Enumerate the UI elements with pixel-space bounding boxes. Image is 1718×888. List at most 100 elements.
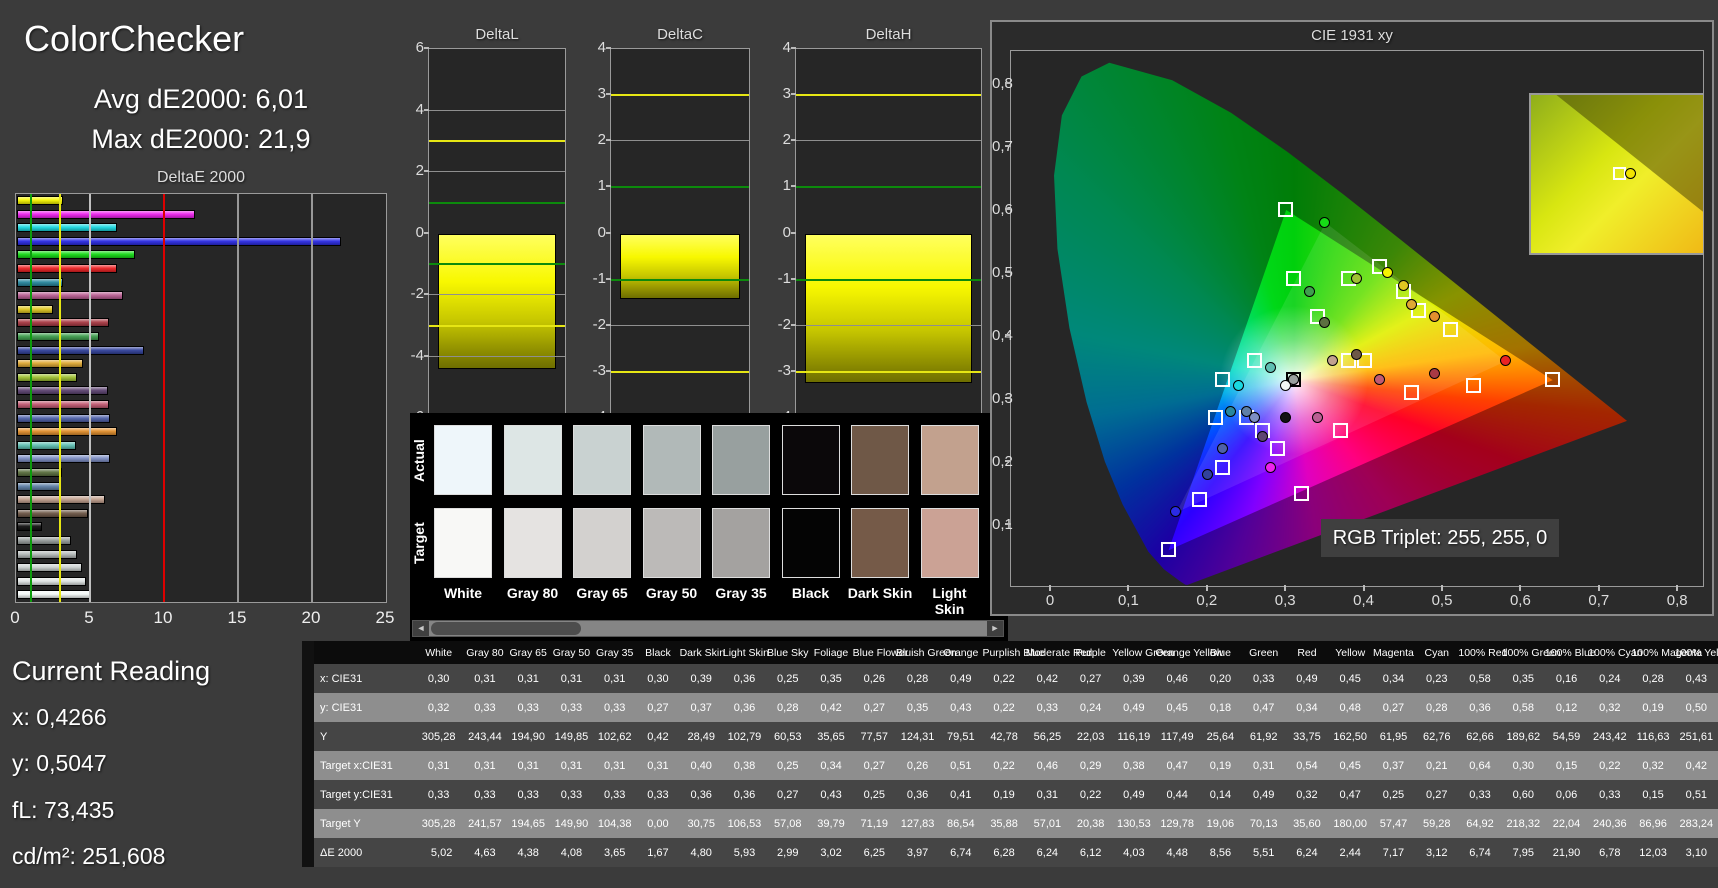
table-cell: 0,35 <box>895 693 940 722</box>
table-cell: 102,79 <box>722 722 767 751</box>
scroll-right-icon[interactable]: ► <box>987 621 1003 636</box>
table-cell: 0,14 <box>1198 780 1243 809</box>
table-cell: 25,64 <box>1198 722 1243 751</box>
table-cell: 0,32 <box>1588 693 1632 722</box>
table-row: Target Y 305,28 241,57 194,65 149,90 104,38 0,… <box>302 809 1718 838</box>
deltae-bar <box>17 209 196 219</box>
deltaC-y-tick: 2 <box>597 131 606 149</box>
scrollbar-thumb[interactable] <box>431 622 581 635</box>
cie-measured-dot <box>1405 298 1417 310</box>
column-header: White <box>420 641 464 664</box>
table-cell: 124,31 <box>895 722 940 751</box>
table-cell: 0,44 <box>1155 780 1199 809</box>
table-cell: 8,56 <box>1198 838 1243 867</box>
table-cell: 0,28 <box>766 693 810 722</box>
target-swatch-gray-35 <box>712 508 770 578</box>
table-cell: 57,08 <box>766 809 810 838</box>
deltae-bar <box>17 590 92 600</box>
table-cell: 0,50 <box>1674 693 1718 722</box>
table-cell: 0,23 <box>1415 664 1459 693</box>
table-cell: 116,63 <box>1631 722 1675 751</box>
inset-measured-dot <box>1625 168 1637 180</box>
tick-mark <box>1005 523 1011 525</box>
deltaH-bar <box>805 233 972 384</box>
target-row-label: Target <box>411 522 427 564</box>
scroll-left-icon[interactable]: ◄ <box>413 621 429 636</box>
table-cell: 22,03 <box>1068 722 1113 751</box>
tick-mark <box>1049 585 1051 591</box>
swatch-label: White <box>443 585 483 601</box>
deltae-bar <box>17 372 77 382</box>
table-cell: 35,88 <box>982 809 1026 838</box>
table-cell: 2,99 <box>766 838 810 867</box>
table-cell: 0,36 <box>722 693 767 722</box>
grid-line <box>611 324 749 326</box>
table-cell: 0,42 <box>636 722 680 751</box>
deltaH-chart-title: DeltaH <box>865 26 912 43</box>
page-title: ColorChecker <box>24 18 245 59</box>
table-cell: 86,96 <box>1631 809 1675 838</box>
table-cell: 0,30 <box>636 664 680 693</box>
table-cell: 6,78 <box>1588 838 1632 867</box>
table-cell: 0,38 <box>1112 751 1156 780</box>
table-cell: 189,62 <box>1501 722 1545 751</box>
target-swatch-black <box>781 508 840 578</box>
deltaC-chart-plot <box>610 48 750 417</box>
tick-mark <box>424 47 429 49</box>
table-cell: 0,54 <box>1285 751 1329 780</box>
column-header: Orange <box>939 641 983 664</box>
actual-row-label: Actual <box>411 439 427 483</box>
table-cell: 56,25 <box>1025 722 1069 751</box>
table-cell: 0,36 <box>679 780 723 809</box>
table-cell: 0,31 <box>549 751 594 780</box>
table-cell: 104,38 <box>593 809 637 838</box>
swatch-label: Black <box>791 585 830 601</box>
table-cell: 0,15 <box>1631 780 1675 809</box>
cie-measured-dot <box>1264 462 1276 474</box>
grid-line <box>796 140 981 142</box>
table-cell: 0,42 <box>1674 751 1718 780</box>
cie-measured-dot <box>1201 468 1213 480</box>
table-cell: 0,47 <box>1155 751 1199 780</box>
table-cell: 6,28 <box>982 838 1026 867</box>
target-swatch-white <box>434 508 492 578</box>
cie-measured-dot <box>1397 279 1409 291</box>
table-cell: 5,51 <box>1242 838 1286 867</box>
table-cell: 0,33 <box>549 780 594 809</box>
table-cell: 243,42 <box>1588 722 1632 751</box>
table-corner-cell <box>302 641 420 664</box>
table-cell: 6,74 <box>1458 838 1502 867</box>
table-cell: 0,58 <box>1458 664 1502 693</box>
table-cell: 6,74 <box>939 838 983 867</box>
table-cell: 61,95 <box>1371 722 1416 751</box>
table-cell: 243,44 <box>463 722 507 751</box>
reading-fl: fL: 73,435 <box>12 797 115 823</box>
actual-swatch-dark-skin <box>851 425 909 495</box>
current-reading-title: Current Reading <box>12 656 211 686</box>
tick-mark <box>1005 208 1011 210</box>
column-header: Foliage <box>809 641 853 664</box>
column-header: 100% Red <box>1458 641 1507 664</box>
table-cell: 0,31 <box>420 751 464 780</box>
target-limit-line <box>611 278 749 281</box>
tick-mark <box>1597 585 1600 591</box>
table-cell: 1,67 <box>636 838 680 867</box>
swatch-scrollbar[interactable]: ◄ ► <box>412 620 1004 637</box>
table-cell: 35,60 <box>1285 809 1329 838</box>
table-cell: 129,78 <box>1155 809 1199 838</box>
table-cell: 0,49 <box>1285 664 1329 693</box>
column-header: 100% Blue <box>1544 641 1596 664</box>
table-cell: 22,04 <box>1544 809 1589 838</box>
table-cell: 0,31 <box>463 664 507 693</box>
table-row: Target y:CIE31 0,33 0,33 0,33 0,33 0,33 0,33 0,… <box>302 780 1718 809</box>
cie-target-square <box>1333 422 1349 438</box>
table-cell: 0,58 <box>1501 693 1545 722</box>
cie-x-tick: 0,8 <box>1666 592 1688 609</box>
table-cell: 0,27 <box>852 693 896 722</box>
table-cell: 19,06 <box>1198 809 1243 838</box>
target-limit-line <box>796 186 981 189</box>
table-cell: 57,01 <box>1025 809 1069 838</box>
cie-target-square <box>1403 384 1419 400</box>
warn-limit-line <box>796 370 981 373</box>
max-de2000-readout: Max dE2000: 21,9 <box>91 124 311 154</box>
